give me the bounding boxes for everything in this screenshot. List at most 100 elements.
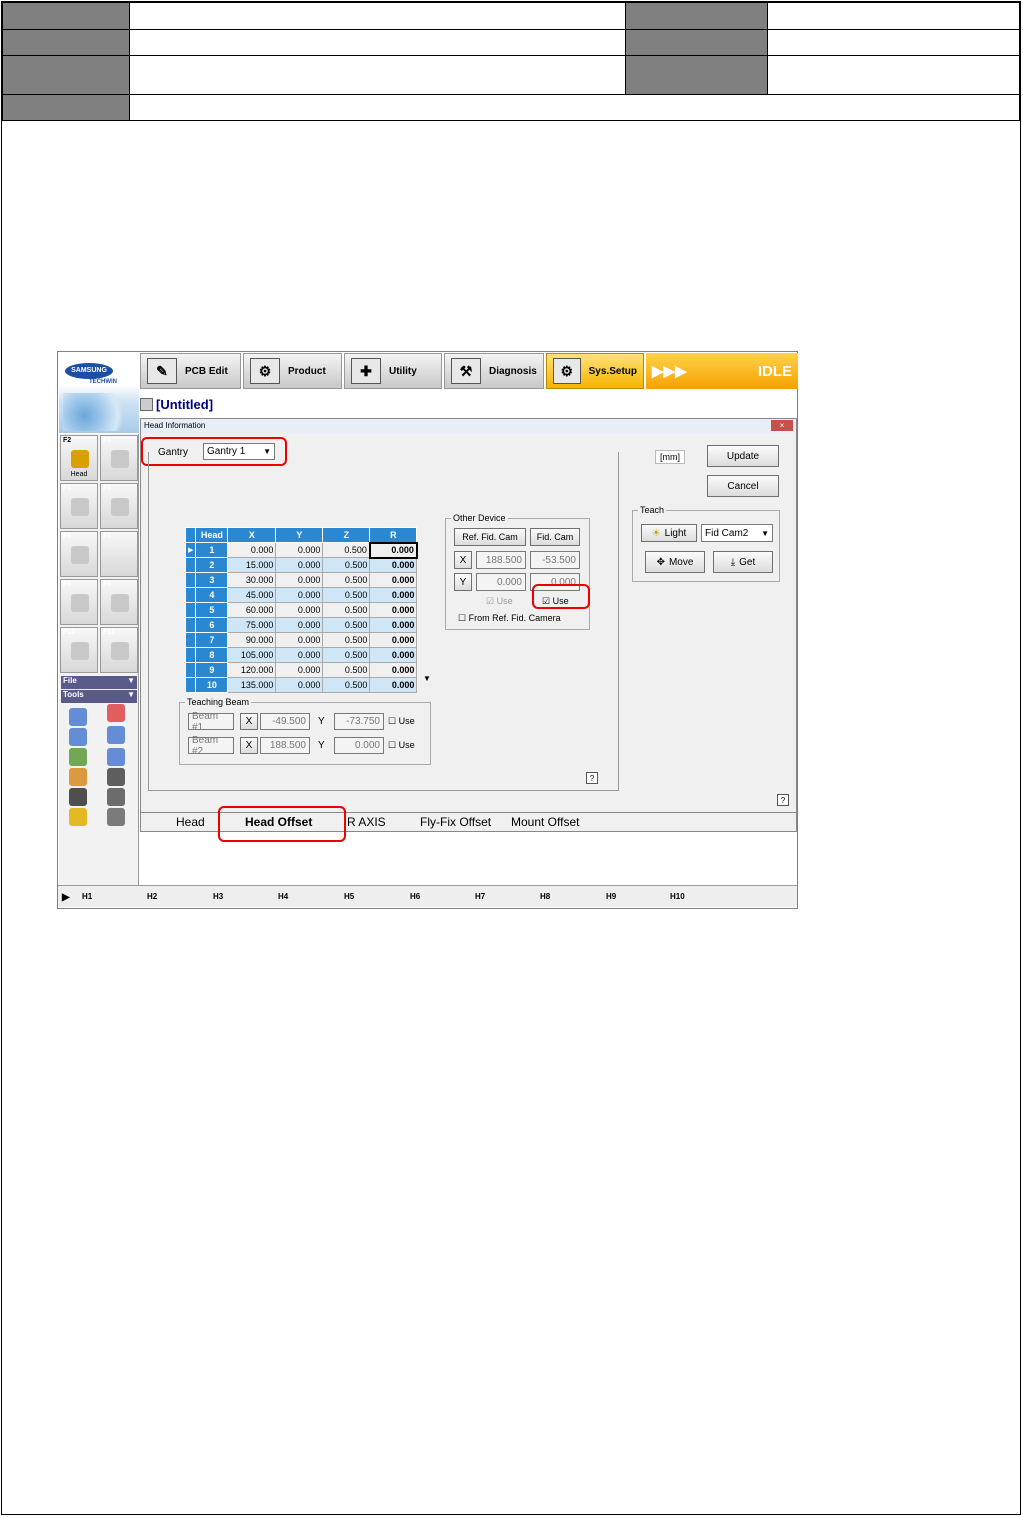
light-button[interactable]: ☀ Light <box>641 524 697 542</box>
menu-tab-product[interactable]: ⚙ Product <box>243 353 342 389</box>
tool-icon[interactable] <box>69 788 87 806</box>
menu-tab-sys-setup[interactable]: ⚙ Sys.Setup <box>546 353 644 389</box>
fkey-f9[interactable]: F9 <box>100 579 138 625</box>
cell-z[interactable]: 0.500 <box>322 572 371 588</box>
fkey-f6[interactable]: F6 <box>60 531 98 577</box>
tools-menu[interactable]: Tools ▼ <box>61 690 137 703</box>
fkey-f5[interactable]: F5 <box>100 483 138 529</box>
table-row[interactable]: 10 135.000 0.000 0.500 0.000 <box>184 677 418 693</box>
use-ref-checkbox[interactable]: ☑ Use <box>486 596 513 607</box>
cell-r[interactable]: 0.000 <box>369 632 418 648</box>
beam2-use-checkbox[interactable]: ☐ Use <box>388 740 415 751</box>
table-row[interactable]: 7 90.000 0.000 0.500 0.000 <box>184 632 418 648</box>
cell-y[interactable]: 0.000 <box>275 557 324 573</box>
table-row[interactable]: 4 45.000 0.000 0.500 0.000 <box>184 587 418 603</box>
cancel-button[interactable]: Cancel <box>707 475 779 497</box>
cell-y[interactable]: 0.000 <box>275 542 324 558</box>
cell-z[interactable]: 0.500 <box>322 677 371 693</box>
help-icon[interactable]: ? <box>586 772 598 784</box>
move-button[interactable]: ✥ Move <box>645 551 705 573</box>
cell-x[interactable]: 45.000 <box>227 587 277 603</box>
table-row[interactable]: 2 15.000 0.000 0.500 0.000 <box>184 557 418 573</box>
tool-icon[interactable] <box>107 748 125 766</box>
beam2-x-field[interactable]: 188.500 <box>260 737 310 754</box>
cell-x[interactable]: 105.000 <box>227 647 277 663</box>
tab-fly-fix-offset[interactable]: Fly-Fix Offset <box>420 815 491 829</box>
camera-select[interactable]: Fid Cam2 ▼ <box>701 524 773 542</box>
fkey-f11[interactable]: F11 <box>100 627 138 673</box>
cell-r[interactable]: 0.000 <box>369 557 418 573</box>
cell-y[interactable]: 0.000 <box>275 647 324 663</box>
update-button[interactable]: Update <box>707 445 779 467</box>
from-ref-fid-camera-checkbox[interactable]: ☐ From Ref. Fid. Camera <box>458 613 561 624</box>
cell-x[interactable]: 75.000 <box>227 617 277 633</box>
tool-icon[interactable] <box>69 728 87 746</box>
cell-y[interactable]: 0.000 <box>275 587 324 603</box>
cell-z[interactable]: 0.500 <box>322 557 371 573</box>
tool-icon[interactable] <box>69 768 87 786</box>
cell-z[interactable]: 0.500 <box>322 662 371 678</box>
table-row[interactable]: 5 60.000 0.000 0.500 0.000 <box>184 602 418 618</box>
cell-z[interactable]: 0.500 <box>322 647 371 663</box>
tool-icon[interactable] <box>107 704 125 722</box>
cell-z[interactable]: 0.500 <box>322 602 371 618</box>
cell-r[interactable]: 0.000 <box>369 572 418 588</box>
cell-r[interactable]: 0.000 <box>369 647 418 663</box>
table-row[interactable]: 3 30.000 0.000 0.500 0.000 <box>184 572 418 588</box>
cell-x[interactable]: 90.000 <box>227 632 277 648</box>
tab-head[interactable]: Head <box>176 815 205 829</box>
cell-x[interactable]: 120.000 <box>227 662 277 678</box>
tool-icon[interactable] <box>107 768 125 786</box>
menu-tab-pcb-edit[interactable]: ✎ PCB Edit <box>140 353 241 389</box>
menu-tab-utility[interactable]: ✚ Utility <box>344 353 442 389</box>
cell-r[interactable]: 0.000 <box>369 602 418 618</box>
cell-z[interactable]: 0.500 <box>322 617 371 633</box>
fkey-f7[interactable]: F7 <box>100 531 138 577</box>
beam1-use-checkbox[interactable]: ☐ Use <box>388 716 415 727</box>
home-icon[interactable] <box>69 708 87 726</box>
fkey-f3[interactable]: F3 <box>100 435 138 481</box>
beam2-y-field[interactable]: 0.000 <box>334 737 384 754</box>
tool-icon[interactable] <box>69 748 87 766</box>
fkey-f8[interactable]: F8 <box>60 579 98 625</box>
tool-icon[interactable] <box>107 726 125 744</box>
cell-y[interactable]: 0.000 <box>275 617 324 633</box>
cell-x[interactable]: 60.000 <box>227 602 277 618</box>
table-row[interactable]: 8 105.000 0.000 0.500 0.000 <box>184 647 418 663</box>
cell-x[interactable]: 30.000 <box>227 572 277 588</box>
cell-y[interactable]: 0.000 <box>275 662 324 678</box>
cell-z[interactable]: 0.500 <box>322 542 371 558</box>
help-icon[interactable]: ? <box>777 794 789 806</box>
cell-r[interactable]: 0.000 <box>369 662 418 678</box>
table-row[interactable]: 6 75.000 0.000 0.500 0.000 <box>184 617 418 633</box>
beam1-y-field[interactable]: -73.750 <box>334 713 384 730</box>
cell-y[interactable]: 0.000 <box>275 632 324 648</box>
tool-icon[interactable] <box>107 788 125 806</box>
cell-y[interactable]: 0.000 <box>275 572 324 588</box>
cell-r[interactable]: 0.000 <box>369 677 418 693</box>
beam1-x-field[interactable]: -49.500 <box>260 713 310 730</box>
cell-z[interactable]: 0.500 <box>322 632 371 648</box>
table-row[interactable]: ▶ 1 0.000 0.000 0.500 0.000 <box>184 541 418 559</box>
cell-r[interactable]: 0.000 <box>369 587 418 603</box>
cell-y[interactable]: 0.000 <box>275 677 324 693</box>
fkey-f4[interactable]: F4 <box>60 483 98 529</box>
cell-r[interactable]: 0.000 <box>369 617 418 633</box>
cell-x[interactable]: 135.000 <box>227 677 277 693</box>
table-row[interactable]: 9 120.000 0.000 0.500 0.000 <box>184 662 418 678</box>
fkey-f10[interactable]: F10 <box>60 627 98 673</box>
tool-icon[interactable] <box>107 808 125 826</box>
play-icon[interactable]: ▶ <box>62 892 70 903</box>
file-menu[interactable]: File ▼ <box>61 676 137 689</box>
tool-icon[interactable] <box>69 808 87 826</box>
close-button[interactable]: × <box>771 420 793 431</box>
cell-y[interactable]: 0.000 <box>275 602 324 618</box>
get-button[interactable]: ⤓ Get <box>713 551 773 573</box>
tab-r-axis[interactable]: R AXIS <box>347 815 386 829</box>
menu-tab-diagnosis[interactable]: ⚒ Diagnosis <box>444 353 544 389</box>
fkey-f2-head[interactable]: F2 Head <box>60 435 98 481</box>
cell-z[interactable]: 0.500 <box>322 587 371 603</box>
tab-mount-offset[interactable]: Mount Offset <box>511 815 579 829</box>
cell-x[interactable]: 0.000 <box>227 542 277 558</box>
cell-x[interactable]: 15.000 <box>227 557 277 573</box>
